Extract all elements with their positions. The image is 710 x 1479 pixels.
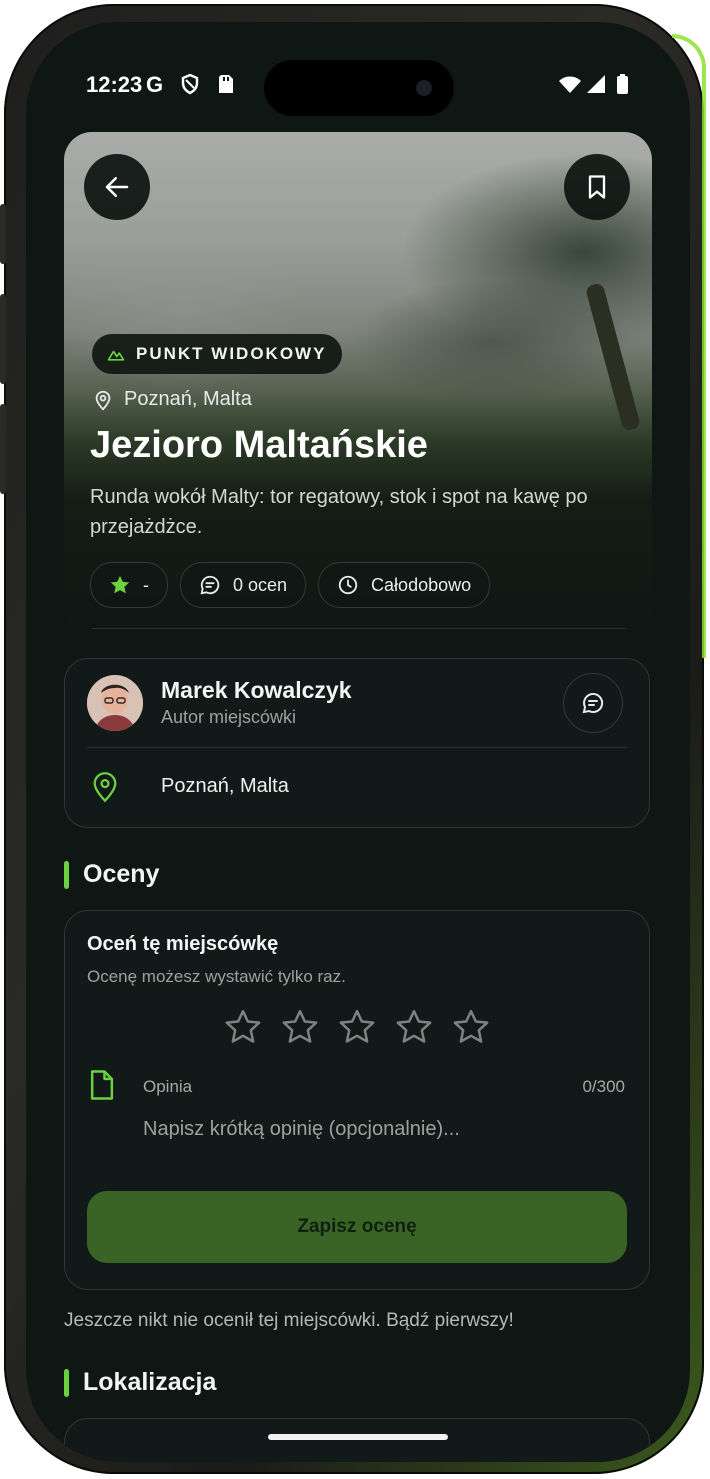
bookmark-button[interactable] (564, 154, 630, 220)
accent-bar (64, 860, 69, 889)
google-icon: G (146, 72, 163, 96)
author-card-divider (87, 747, 627, 748)
opinion-char-counter: 0/300 (582, 1077, 625, 1096)
category-label: PUNKT WIDOKOWY (136, 344, 327, 363)
clock-icon (338, 575, 358, 595)
reviews-count: 0 ocen (233, 574, 288, 595)
document-icon (90, 1070, 114, 1100)
author-location: Poznań, Malta (161, 775, 289, 797)
landscape-icon (107, 350, 125, 361)
shield-icon (181, 73, 199, 95)
author-card: Marek Kowalczyk Autor miejscówki Poznań,… (64, 658, 650, 828)
rating-form-subtitle: Ocenę możesz wystawić tylko raz. (87, 967, 346, 986)
opinion-label: Opinia (143, 1077, 193, 1096)
location-heading: Lokalizacja (64, 1368, 216, 1397)
hero-divider (92, 628, 626, 629)
star-outline-icon[interactable] (451, 1007, 491, 1047)
side-button (0, 204, 6, 264)
wifi-icon (559, 76, 581, 93)
star-outline-icon[interactable] (280, 1007, 320, 1047)
map-pin-icon (93, 772, 117, 803)
place-description: Runda wokół Malty: tor regatowy, stok i … (90, 486, 588, 538)
hero-card: PUNKT WIDOKOWY Poznań, Malta Jezioro Mal… (64, 132, 652, 632)
star-outline-icon[interactable] (337, 1007, 377, 1047)
opinion-input[interactable] (141, 1117, 625, 1142)
back-button[interactable] (84, 154, 150, 220)
author-role: Autor miejscówki (161, 707, 297, 727)
svg-text:G: G (146, 72, 163, 96)
star-outline-icon[interactable] (394, 1007, 434, 1047)
rating-value: - (143, 574, 149, 595)
volume-up-button (0, 294, 6, 384)
app-screen: 12:23 G PUNKT WIDOKOWY Poznań, Malta Jez… (26, 22, 690, 1462)
battery-icon (617, 74, 628, 94)
status-bar: 12:23 G (26, 22, 690, 142)
rating-form-title: Oceń tę miejscówkę (87, 933, 279, 955)
category-badge: PUNKT WIDOKOWY (92, 334, 343, 374)
dynamic-island (264, 60, 454, 116)
reviews-chip[interactable]: 0 ocen (180, 562, 307, 608)
arrow-left-icon (105, 177, 129, 197)
home-indicator[interactable] (268, 1434, 448, 1440)
message-author-button[interactable] (563, 673, 623, 733)
hero-image-tree (584, 282, 642, 432)
star-icon (110, 575, 130, 594)
hero-location: Poznań, Malta (92, 388, 252, 411)
ratings-heading: Oceny (64, 860, 159, 889)
avatar-image (87, 675, 143, 731)
avatar[interactable] (87, 675, 143, 731)
hours-chip[interactable]: Całodobowo (318, 562, 491, 608)
ratings-heading-text: Oceny (83, 860, 160, 888)
author-name: Marek Kowalczyk (161, 677, 352, 703)
hero-location-text: Poznań, Malta (124, 388, 252, 410)
place-title: Jezioro Maltańskie (90, 424, 428, 466)
no-ratings-note: Jeszcze nikt nie ocenił tej miejscówki. … (64, 1310, 514, 1331)
map-card (64, 1418, 650, 1462)
status-time: 12:23 (86, 72, 143, 97)
info-chips: - 0 ocen Całodobowo (90, 562, 491, 608)
star-outline-icon[interactable] (223, 1007, 263, 1047)
chat-icon (582, 692, 604, 714)
accent-bar (64, 1368, 69, 1397)
save-rating-button[interactable]: Zapisz ocenę (87, 1191, 627, 1263)
signal-icon (587, 75, 605, 93)
phone-frame: 12:23 G PUNKT WIDOKOWY Poznań, Malta Jez… (0, 4, 706, 1474)
comment-icon (200, 575, 220, 595)
sd-card-icon (219, 75, 233, 93)
rating-form-card: Oceń tę miejscówkę Ocenę możesz wystawić… (64, 910, 650, 1290)
volume-down-button (0, 404, 6, 494)
bookmark-icon (588, 175, 606, 199)
location-heading-text: Lokalizacja (83, 1368, 217, 1396)
rating-chip[interactable]: - (90, 562, 168, 608)
star-rating-input[interactable] (65, 1007, 649, 1047)
location-pin-icon (95, 390, 111, 410)
hours-text: Całodobowo (371, 574, 472, 595)
